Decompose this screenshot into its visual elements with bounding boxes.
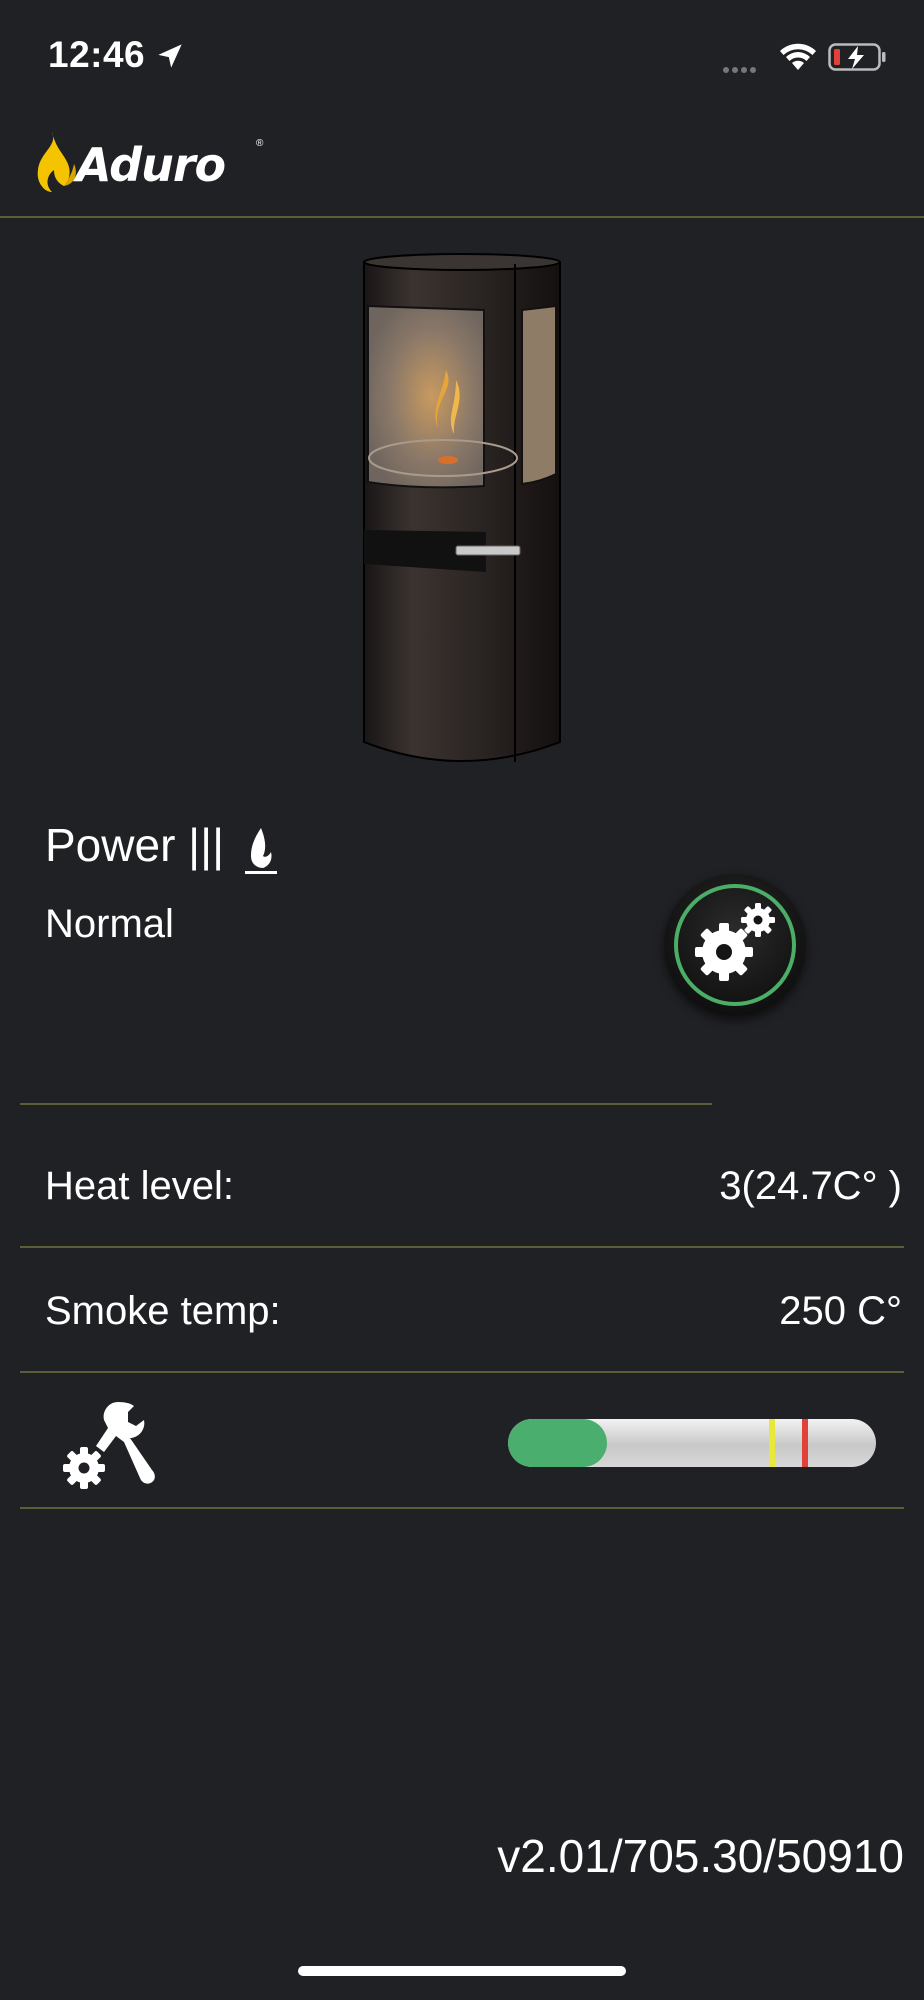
pellet-level-bar — [508, 1419, 876, 1467]
version-label: v2.01/705.30/50910 — [497, 1830, 904, 1882]
header-divider — [0, 216, 924, 218]
level-fill — [508, 1419, 608, 1467]
service-tools-icon[interactable] — [58, 1398, 158, 1494]
logo-text: Aduro — [76, 138, 226, 192]
heat-level-value: 3(24.7C° ) — [719, 1164, 902, 1208]
smoke-temp-value: 250 C° — [779, 1289, 902, 1333]
divider — [20, 1507, 904, 1509]
divider — [20, 1246, 904, 1248]
aduro-logo: Aduro ® — [30, 126, 270, 196]
stove-settings-button[interactable] — [664, 874, 806, 1016]
status-time: 12:46 — [48, 34, 146, 75]
location-arrow-icon — [158, 44, 182, 68]
warning-marker-red — [802, 1419, 809, 1467]
flame-icon — [245, 828, 277, 874]
divider — [20, 1371, 904, 1373]
wifi-icon — [780, 43, 816, 70]
gears-icon — [695, 903, 775, 981]
warning-marker-yellow — [769, 1419, 776, 1467]
registered-mark: ® — [256, 138, 264, 149]
divider — [20, 1103, 712, 1105]
heat-level-label: Heat level: — [45, 1164, 234, 1208]
smoke-temp-label: Smoke temp: — [45, 1289, 281, 1333]
home-indicator[interactable] — [298, 1966, 626, 1976]
operating-mode: Normal — [45, 902, 174, 946]
cellular-signal-icon — [723, 60, 759, 78]
power-level-label: Power ||| — [45, 819, 225, 871]
battery-charging-icon — [828, 43, 886, 71]
stove-illustration — [363, 253, 561, 762]
